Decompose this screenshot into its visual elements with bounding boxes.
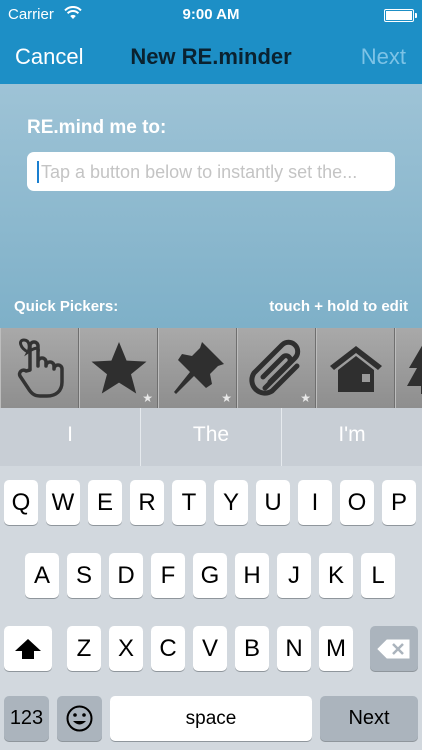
keyboard: I The I'm Q W E R T Y U I O P A S D F G … <box>0 408 422 750</box>
quick-picker-pushpin[interactable]: ★ <box>158 328 237 408</box>
key-a[interactable]: A <box>25 553 59 598</box>
starred-badge-icon: ★ <box>300 391 311 405</box>
reminder-text-field[interactable]: Tap a button below to instantly set the.… <box>27 152 395 191</box>
status-bar: Carrier 9:00 AM <box>0 0 422 30</box>
key-z[interactable]: Z <box>67 626 101 671</box>
quick-picker-finger-string[interactable] <box>0 328 79 408</box>
suggestion-2[interactable]: The <box>141 408 281 466</box>
key-o[interactable]: O <box>340 480 374 525</box>
prompt-label: RE.mind me to: <box>27 117 167 138</box>
suggestion-bar: I The I'm <box>0 408 422 466</box>
key-c[interactable]: C <box>151 626 185 671</box>
trees-icon <box>407 345 422 394</box>
shift-key[interactable] <box>4 626 52 671</box>
cancel-button[interactable]: Cancel <box>15 44 83 70</box>
battery-icon <box>384 9 417 22</box>
key-e[interactable]: E <box>88 480 122 525</box>
key-k[interactable]: K <box>319 553 353 598</box>
key-f[interactable]: F <box>151 553 185 598</box>
space-key[interactable]: space <box>110 696 312 741</box>
suggestion-3[interactable]: I'm <box>282 408 422 466</box>
key-j[interactable]: J <box>277 553 311 598</box>
key-d[interactable]: D <box>109 553 143 598</box>
key-t[interactable]: T <box>172 480 206 525</box>
key-g[interactable]: G <box>193 553 227 598</box>
key-h[interactable]: H <box>235 553 269 598</box>
quick-pickers-strip[interactable]: ★ ★ ★ <box>0 328 422 408</box>
quick-picker-house[interactable] <box>316 328 395 408</box>
quick-picker-paperclip[interactable]: ★ <box>237 328 316 408</box>
reminder-placeholder: Tap a button below to instantly set the.… <box>41 162 358 182</box>
nav-bar: Cancel New RE.minder Next <box>0 30 422 84</box>
starred-badge-icon: ★ <box>142 391 153 405</box>
numbers-key[interactable]: 123 <box>4 696 49 741</box>
delete-key[interactable] <box>370 626 418 671</box>
quick-picker-trees[interactable] <box>395 328 422 408</box>
quick-pickers-label: Quick Pickers: <box>14 298 119 315</box>
finger-string-icon <box>17 338 64 398</box>
reminder-form: RE.mind me to: Tap a button below to ins… <box>0 84 422 328</box>
next-button[interactable]: Next <box>361 44 406 70</box>
key-x[interactable]: X <box>109 626 143 671</box>
key-q[interactable]: Q <box>4 480 38 525</box>
starred-badge-icon: ★ <box>221 391 232 405</box>
text-cursor <box>37 161 39 183</box>
key-l[interactable]: L <box>361 553 395 598</box>
key-s[interactable]: S <box>67 553 101 598</box>
quick-picker-star[interactable]: ★ <box>79 328 158 408</box>
key-m[interactable]: M <box>319 626 353 671</box>
key-b[interactable]: B <box>235 626 269 671</box>
key-u[interactable]: U <box>256 480 290 525</box>
key-r[interactable]: R <box>130 480 164 525</box>
key-p[interactable]: P <box>382 480 416 525</box>
key-w[interactable]: W <box>46 480 80 525</box>
emoji-icon <box>66 705 93 732</box>
key-n[interactable]: N <box>277 626 311 671</box>
shift-arrow-icon <box>15 639 41 659</box>
key-y[interactable]: Y <box>214 480 248 525</box>
key-v[interactable]: V <box>193 626 227 671</box>
key-i[interactable]: I <box>298 480 332 525</box>
delete-icon <box>377 639 410 659</box>
next-key[interactable]: Next <box>320 696 418 741</box>
emoji-key[interactable] <box>57 696 102 741</box>
house-icon <box>330 346 382 392</box>
suggestion-1[interactable]: I <box>0 408 140 466</box>
quick-pickers-hint: touch + hold to edit <box>269 298 408 315</box>
clock: 9:00 AM <box>182 6 240 23</box>
